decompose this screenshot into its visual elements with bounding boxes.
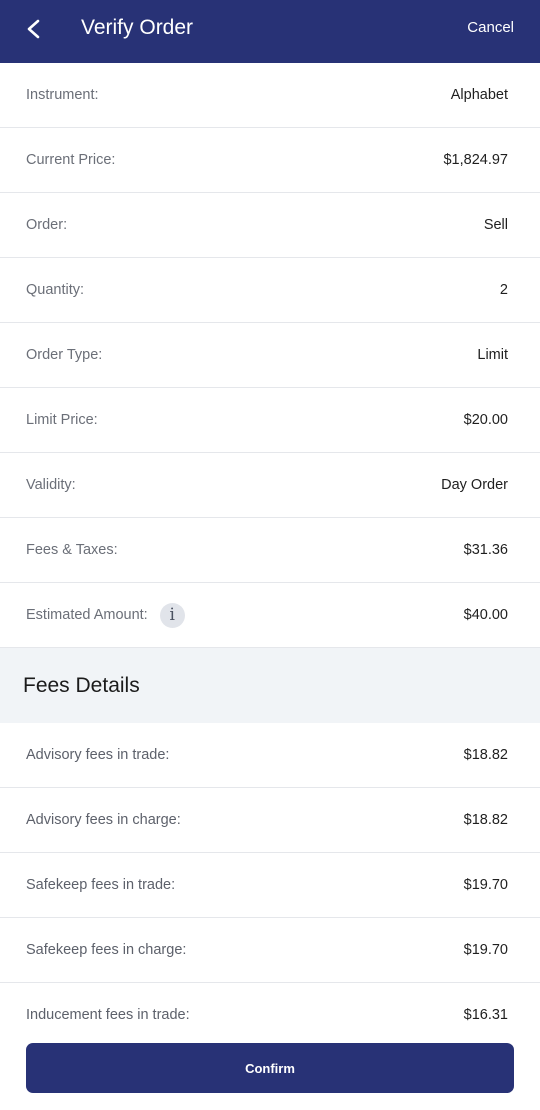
row-value: $20.00 (463, 412, 508, 428)
row-order-type: Order Type: Limit (0, 323, 540, 388)
row-value: $31.36 (463, 542, 508, 558)
row-value: 2 (499, 282, 508, 298)
row-label: Instrument: (26, 87, 99, 103)
row-value: $19.70 (463, 877, 508, 893)
row-value: $18.82 (463, 812, 508, 828)
app-header: Verify Order Cancel (0, 0, 540, 63)
row-fees-taxes: Fees & Taxes: $31.36 (0, 518, 540, 583)
row-label: Current Price: (26, 152, 116, 168)
fees-details-list: Advisory fees in trade: $18.82 Advisory … (0, 723, 540, 1048)
row-value: $19.70 (463, 942, 508, 958)
fees-details-heading: Fees Details (0, 648, 540, 723)
confirm-button[interactable]: Confirm (26, 1043, 514, 1093)
row-value: Alphabet (450, 87, 508, 103)
row-order: Order: Sell (0, 193, 540, 258)
row-estimated-amount: Estimated Amount: i $40.00 (0, 583, 540, 648)
row-current-price: Current Price: $1,824.97 (0, 128, 540, 193)
row-label: Order Type: (26, 347, 103, 363)
row-advisory-trade: Advisory fees in trade: $18.82 (0, 723, 540, 788)
row-label: Order: (26, 217, 68, 233)
row-quantity: Quantity: 2 (0, 258, 540, 323)
row-label: Limit Price: (26, 412, 98, 428)
order-summary: Instrument: Alphabet Current Price: $1,8… (0, 63, 540, 1048)
row-safekeep-charge: Safekeep fees in charge: $19.70 (0, 918, 540, 983)
row-value: Day Order (441, 477, 508, 493)
cancel-button[interactable]: Cancel (467, 18, 514, 38)
row-limit-price: Limit Price: $20.00 (0, 388, 540, 453)
row-label: Quantity: (26, 282, 85, 298)
row-label: Inducement fees in trade: (26, 1007, 190, 1023)
row-label: Advisory fees in charge: (26, 812, 181, 828)
row-validity: Validity: Day Order (0, 453, 540, 518)
row-label: Safekeep fees in trade: (26, 877, 176, 893)
footer-bar: Confirm (0, 1023, 540, 1110)
row-label: Estimated Amount: i (26, 602, 185, 628)
row-instrument: Instrument: Alphabet (0, 63, 540, 128)
row-value: Limit (477, 347, 508, 363)
row-label: Safekeep fees in charge: (26, 942, 187, 958)
info-icon[interactable]: i (159, 602, 185, 628)
row-value: $40.00 (463, 607, 508, 623)
row-value: $16.31 (463, 1007, 508, 1023)
row-label: Fees & Taxes: (26, 542, 118, 558)
row-safekeep-trade: Safekeep fees in trade: $19.70 (0, 853, 540, 918)
row-label: Validity: (26, 477, 76, 493)
row-advisory-charge: Advisory fees in charge: $18.82 (0, 788, 540, 853)
row-value: $18.82 (463, 747, 508, 763)
page-title: Verify Order (81, 16, 194, 39)
row-value: Sell (483, 217, 508, 233)
row-value: $1,824.97 (443, 152, 508, 168)
estimated-amount-label: Estimated Amount: (26, 607, 148, 623)
back-button[interactable] (18, 14, 52, 48)
row-label: Advisory fees in trade: (26, 747, 170, 763)
chevron-left-icon (27, 19, 40, 39)
